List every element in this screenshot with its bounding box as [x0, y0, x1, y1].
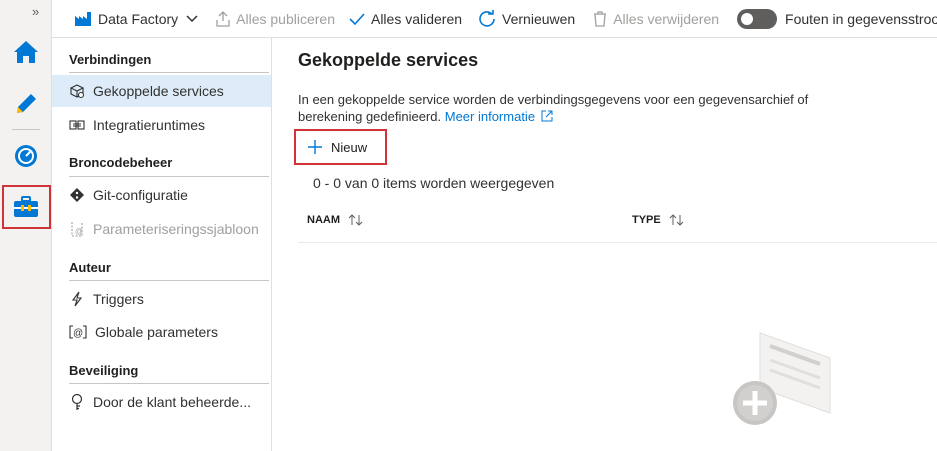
delete-all-label: Alles verwijderen — [613, 10, 720, 27]
factory-icon — [75, 11, 91, 26]
rail-separator — [12, 129, 40, 130]
section-title-security: Beveiliging — [69, 363, 139, 378]
refresh-label: Vernieuwen — [502, 10, 576, 27]
validate-all-button[interactable]: Alles valideren — [341, 0, 468, 37]
section-title-connections: Verbindingen — [69, 52, 152, 67]
table-header: NAAM TYPE — [298, 203, 937, 243]
global-parameters-icon: @ — [69, 325, 87, 339]
learn-more-link[interactable]: Meer informatie — [445, 109, 553, 124]
sort-icon — [348, 214, 363, 226]
section-divider — [69, 176, 269, 177]
publish-all-button[interactable]: Alles publiceren — [204, 0, 341, 37]
nav-item-label: Git-configuratie — [93, 187, 188, 203]
nav-item-integration-runtimes[interactable]: Integratieruntimes — [52, 109, 271, 141]
template-icon: @ — [71, 222, 83, 237]
sort-icon — [669, 214, 684, 226]
svg-text:@: @ — [73, 328, 83, 339]
expand-icon[interactable]: » — [32, 4, 48, 20]
home-icon — [14, 41, 38, 63]
nav-item-label: Triggers — [93, 291, 144, 307]
lightning-icon — [71, 291, 83, 307]
linked-services-icon — [69, 84, 85, 99]
section-divider — [69, 72, 269, 73]
toggle-switch[interactable] — [737, 8, 778, 29]
factory-label: Data Factory — [98, 10, 179, 27]
git-icon — [70, 188, 84, 202]
publish-all-label: Alles publiceren — [236, 10, 335, 27]
top-toolbar: Data Factory Alles publiceren Alles vali… — [52, 0, 937, 38]
section-divider — [69, 280, 269, 281]
validate-all-label: Alles valideren — [370, 10, 463, 27]
new-linked-service-button[interactable]: Nieuw — [294, 129, 387, 165]
page-description: In een gekoppelde service worden de verb… — [298, 91, 858, 125]
nav-item-label: Parameteriseringssjabloon — [93, 221, 259, 237]
nav-item-label: Integratieruntimes — [93, 117, 206, 133]
learn-more-label: Meer informatie — [444, 109, 536, 124]
nav-item-customer-managed-key[interactable]: Door de klant beheerde... — [52, 386, 271, 418]
section-title-source-control: Broncodebeheer — [69, 155, 173, 170]
delete-all-button[interactable]: Alles verwijderen — [581, 0, 725, 37]
left-rail: » — [0, 0, 52, 451]
refresh-icon — [479, 9, 495, 27]
svg-text:@: @ — [75, 227, 83, 236]
author-button[interactable] — [6, 84, 46, 124]
publish-icon — [216, 10, 230, 27]
description-text: In een gekoppelde service worden de verb… — [298, 92, 809, 124]
nav-item-triggers[interactable]: Triggers — [52, 283, 271, 315]
column-header-label: NAAM — [307, 214, 340, 226]
monitor-button[interactable] — [6, 136, 46, 176]
section-divider — [69, 383, 269, 384]
home-button[interactable] — [6, 32, 46, 72]
integration-runtime-icon — [69, 120, 85, 130]
column-header-name[interactable]: NAAM — [307, 214, 364, 226]
nav-item-label: Globale parameters — [95, 324, 218, 340]
factory-selector[interactable]: Data Factory — [52, 0, 204, 37]
items-count: 0 - 0 van 0 items worden weergegeven — [313, 175, 555, 191]
section-title-author: Auteur — [69, 260, 111, 275]
empty-state-illustration — [733, 332, 831, 425]
new-button-label: Nieuw — [331, 139, 368, 155]
column-header-label: TYPE — [632, 214, 661, 226]
page-title: Gekoppelde services — [298, 50, 479, 70]
nav-item-label: Door de klant beheerde... — [93, 394, 251, 410]
nav-item-global-parameters[interactable]: @ Globale parameters — [52, 316, 271, 348]
nav-item-label: Gekoppelde services — [93, 83, 224, 99]
checkmark-icon — [349, 12, 365, 25]
manage-subnav: Verbindingen Gekoppelde services Integra… — [52, 38, 272, 451]
nav-item-parameterization-template[interactable]: @ Parameteriseringssjabloon — [52, 213, 271, 245]
external-link-icon — [541, 110, 553, 122]
main-content: Gekoppelde services In een gekoppelde se… — [272, 38, 937, 451]
key-lock-icon — [71, 393, 83, 410]
pencil-icon — [17, 94, 36, 113]
trash-icon — [594, 10, 607, 27]
dataflow-debug-label: Fouten in gegevensstroom — [785, 10, 937, 27]
nav-item-git-configuration[interactable]: Git-configuratie — [52, 179, 271, 211]
refresh-button[interactable]: Vernieuwen — [468, 0, 581, 37]
plus-icon — [308, 140, 322, 154]
monitor-gauge-icon — [15, 145, 37, 167]
chevron-down-icon — [186, 14, 198, 22]
dataflow-debug-toggle[interactable]: Fouten in gegevensstroom — [725, 0, 937, 37]
manage-highlight — [2, 185, 51, 229]
column-header-type[interactable]: TYPE — [632, 214, 685, 226]
nav-item-linked-services[interactable]: Gekoppelde services — [52, 75, 271, 107]
